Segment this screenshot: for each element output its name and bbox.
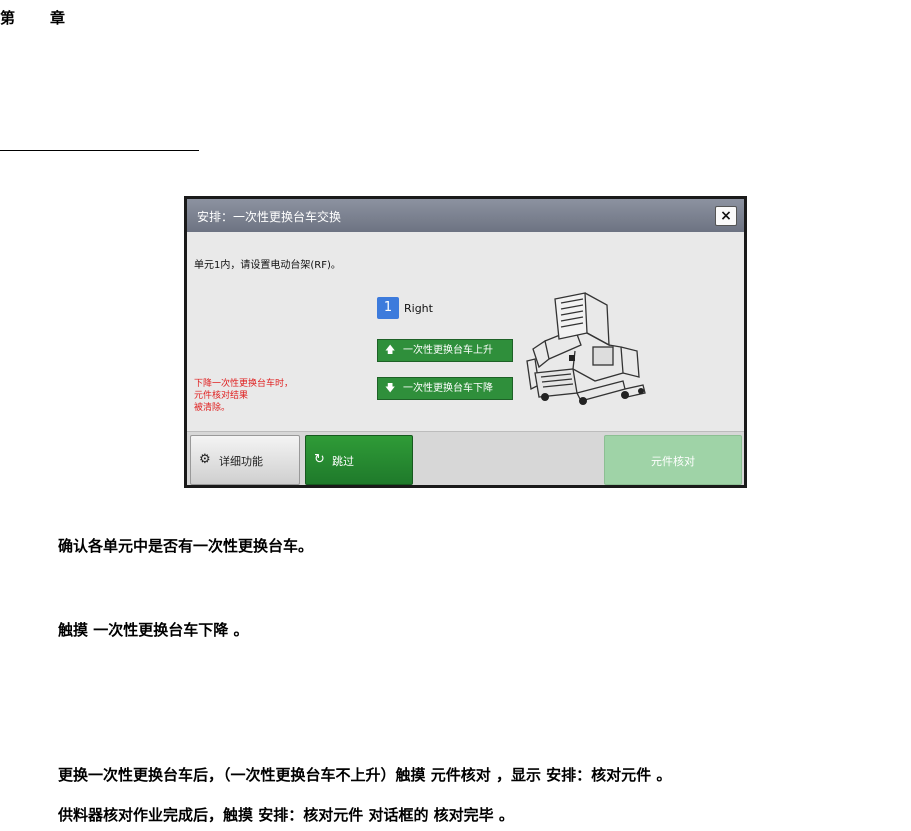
instruction-text: 单元1内，请设置电动台架(RF)。: [194, 260, 341, 271]
arrow-down-icon: 🡇: [385, 383, 396, 394]
divider-line: [0, 150, 199, 151]
arrow-up-icon: 🡅: [385, 345, 396, 356]
warning-line: 下降一次性更换台车时，: [194, 379, 294, 389]
step-paragraph: 确认各单元中是否有一次性更换台车。: [58, 537, 314, 555]
dialog-title: 安排：一次性更换台车交换: [197, 210, 342, 224]
component-verify-label: 元件核对: [651, 455, 695, 468]
cart-raise-button[interactable]: 🡅 一次性更换台车上升: [377, 339, 513, 362]
cart-raise-label: 一次性更换台车上升: [403, 345, 493, 356]
exchange-cart-illustration: [526, 292, 646, 405]
chapter-heading: 第 章: [0, 9, 76, 27]
dialog-body: 安排：一次性更换台车交换 × 单元1内，请设置电动台架(RF)。 1 Right…: [187, 199, 744, 485]
warning-line: 元件核对结果: [194, 391, 249, 401]
warning-line: 被清除。: [194, 403, 231, 413]
skip-arrow-icon: ↻: [314, 452, 325, 467]
unit-side-label: Right: [404, 302, 433, 315]
step-paragraph: 更换一次性更换台车后，（一次性更换台车不上升）触摸 元件核对 ，显示 安排：核对…: [58, 766, 672, 784]
component-verify-button[interactable]: 元件核对: [604, 435, 742, 485]
unit-number-badge: 1: [377, 297, 399, 319]
warning-text: 下降一次性更换台车时， 元件核对结果 被清除。: [194, 378, 293, 414]
skip-label: 跳过: [332, 455, 354, 468]
skip-button[interactable]: ↻ 跳过: [305, 435, 413, 485]
dialog-title-bar: 安排：一次性更换台车交换 ×: [187, 199, 744, 232]
step-paragraph: 供料器核对作业完成后，触摸 安排：核对元件 对话框的 核对完毕 。: [58, 806, 514, 824]
details-label: 详细功能: [219, 455, 263, 468]
dialog-window: 安排：一次性更换台车交换 × 单元1内，请设置电动台架(RF)。 1 Right…: [184, 196, 747, 488]
dialog-footer: ⚙ 详细功能 ↻ 跳过 元件核对: [187, 431, 744, 485]
details-button[interactable]: ⚙ 详细功能: [190, 435, 300, 485]
cart-lower-label: 一次性更换台车下降: [403, 383, 493, 394]
settings-doc-icon: ⚙: [199, 452, 211, 467]
close-icon: ×: [720, 208, 732, 224]
close-button[interactable]: ×: [715, 206, 737, 226]
cart-lower-button[interactable]: 🡇 一次性更换台车下降: [377, 377, 513, 400]
step-paragraph: 触摸 一次性更换台车下降 。: [58, 621, 249, 639]
